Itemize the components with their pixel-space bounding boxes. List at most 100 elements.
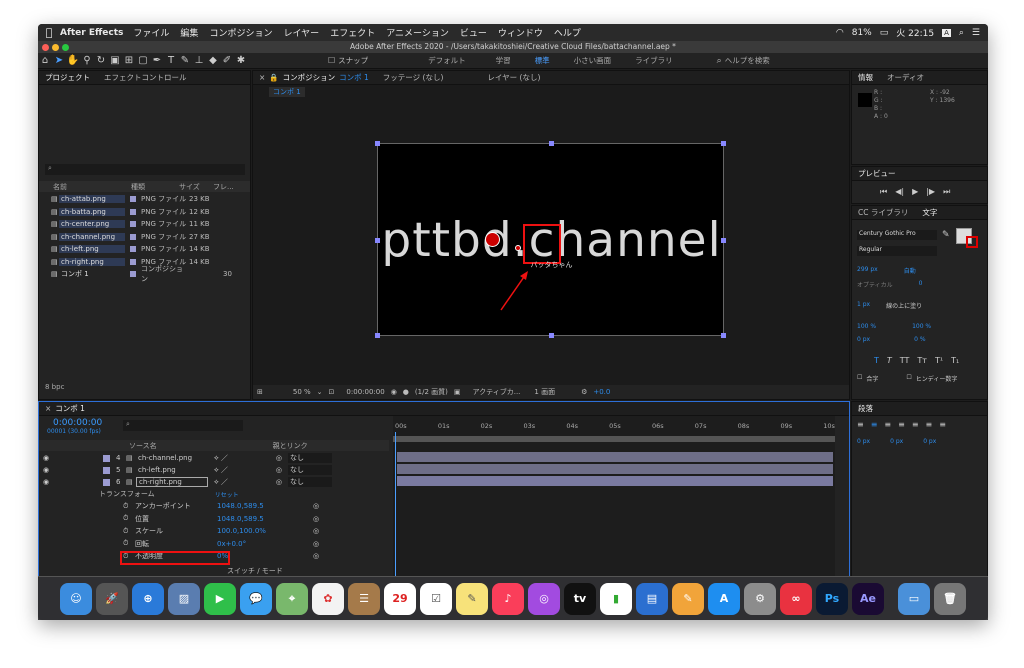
property-value[interactable]: 1048.0,589.5 [217,515,313,523]
next-frame-icon[interactable]: |▶ [926,187,935,197]
align-center-icon[interactable]: ≡ [871,420,878,429]
faux-italic-icon[interactable]: T [887,356,892,365]
input-source[interactable]: A [942,28,951,37]
project-item[interactable]: ▤ ch-left.png PNG ファイル 14 KB [39,243,250,255]
music-icon[interactable]: ♪ [492,582,524,615]
visibility-eye-icon[interactable]: ◉ [43,478,53,486]
workspace-libraries[interactable]: ライブラリ [635,55,673,66]
photos-icon[interactable]: ✿ [312,582,344,615]
property-value[interactable]: 0% [217,552,313,560]
timeline-search-input[interactable]: ⌕ [123,420,243,431]
baseline-shift-value[interactable]: 0 px [857,336,870,343]
vertical-scale-value[interactable]: 100 % [857,323,876,330]
tab-preview[interactable]: プレビュー [858,168,896,179]
playhead[interactable] [395,432,396,576]
property-value[interactable]: 1048.0,589.5 [217,502,313,510]
tab-effect-controls[interactable]: エフェクトコントロール [104,72,187,83]
current-time[interactable]: 0:00:00:00 [346,388,384,396]
play-icon[interactable]: ▶ [912,187,918,197]
menu-view[interactable]: ビュー [460,26,487,39]
layer-bar-4[interactable] [397,452,833,462]
prev-frame-icon[interactable]: ◀| [895,187,904,197]
facetime-icon[interactable]: ▶ [204,582,236,615]
apple-icon[interactable]:  [38,26,60,39]
layer-name[interactable]: ch-right.png [136,477,208,487]
superscript-icon[interactable]: T¹ [935,356,943,365]
trash-icon[interactable]: 🗑 [934,582,966,615]
zoom-select[interactable]: 50 % [293,388,311,396]
parent-select[interactable]: なし [287,453,332,463]
close-window-button[interactable] [42,44,49,51]
clock[interactable]: 火 22:15 [896,26,934,39]
leading-value[interactable]: 自動 [904,266,916,275]
search-help-icon[interactable]: ⌕ [717,56,722,66]
first-frame-icon[interactable]: ⏮ [880,187,887,197]
pan-behind-tool-icon[interactable]: ⊞ [122,55,136,66]
eraser-tool-icon[interactable]: ◆ [206,55,220,66]
handle-br[interactable] [721,333,726,338]
expression-link-icon[interactable]: ◎ [313,552,319,560]
project-item[interactable]: ▤ ch-batta.png PNG ファイル 12 KB [39,206,250,218]
comp-breadcrumb[interactable]: コンポ 1 [269,87,305,97]
layer-label-color[interactable] [103,466,110,474]
rotate-tool-icon[interactable]: ↻ [94,55,108,66]
photoshop-icon[interactable]: Ps [816,582,848,615]
layer-row[interactable]: ◉ 5 ▤ ch-left.png ⟡ ／ ◎ なし [39,464,389,476]
handle-tc[interactable] [549,141,554,146]
visibility-eye-icon[interactable]: ◉ [43,454,53,462]
parent-pickwhip-icon[interactable]: ◎ [276,466,282,474]
expression-link-icon[interactable]: ◎ [313,515,319,523]
indent-left-value[interactable]: 0 px [857,438,870,445]
puppet-tool-icon[interactable]: ✱ [234,55,248,66]
zoom-window-button[interactable] [62,44,69,51]
layer-bar-5[interactable] [397,464,833,474]
snapshot-icon[interactable]: ◉ [391,388,397,396]
handle-bc[interactable] [549,333,554,338]
pages-icon[interactable]: ✎ [672,582,704,615]
zoom-tool-icon[interactable]: ⚲ [80,55,94,66]
tab-paragraph[interactable]: 段落 [858,403,873,414]
project-item[interactable]: ▤ ch-attab.png PNG ファイル 23 KB [39,193,250,205]
expression-link-icon[interactable]: ◎ [313,527,319,535]
grid-icon[interactable]: ⊡ [329,388,335,396]
minimize-window-button[interactable] [52,44,59,51]
layer-label-color[interactable] [103,478,110,486]
maps-icon[interactable]: ⌖ [276,582,308,615]
justify-left-icon[interactable]: ≡ [898,420,905,429]
tab-timeline[interactable]: コンポ 1 [55,403,85,414]
reminders-icon[interactable]: ☑ [420,582,452,615]
tab-project[interactable]: プロジェクト [45,72,90,83]
hand-tool-icon[interactable]: ✋ [66,55,80,66]
wifi-icon[interactable]: ◠ [836,28,844,38]
after-effects-icon[interactable]: Ae [852,582,884,615]
tracking-value[interactable]: 0 [919,280,923,289]
subscript-icon[interactable]: T₁ [951,356,959,365]
lock-icon[interactable]: 🔒 [269,73,278,82]
exposure-value[interactable]: +0.0 [593,388,610,396]
layer-row[interactable]: ◉ 4 ▤ ch-channel.png ⟡ ／ ◎ なし [39,452,389,464]
col-source-name[interactable]: ソース名 [129,441,157,451]
switch-mode-toggle[interactable]: スイッチ / モード [227,566,283,576]
stopwatch-icon[interactable]: ⏱ [123,539,135,548]
property-value[interactable]: 0x+0.0° [217,540,313,548]
type-tool-icon[interactable]: T [164,55,178,66]
layer-name[interactable]: ch-left.png [136,466,208,474]
views-select[interactable]: 1 画面 [534,387,555,397]
menu-animation[interactable]: アニメーション [386,26,449,39]
battery-icon[interactable]: ▭ [880,28,889,38]
search-icon[interactable]: ⌕ [959,28,964,38]
indent-first-value[interactable]: 0 px [890,438,903,445]
system-preferences-icon[interactable]: ⚙ [744,582,776,615]
project-item[interactable]: ▤ コンポ 1 コンポジション 30 [39,265,250,283]
stroke-type-select[interactable]: 線の上に塗り [886,301,922,310]
stroke-color-swatch[interactable] [966,236,978,248]
close-tab-icon[interactable]: × [259,73,265,82]
tab-composition-name[interactable]: コンポ 1 [339,72,369,83]
justify-all-icon[interactable]: ≡ [939,420,946,429]
fast-preview-icon[interactable]: ⚙ [581,388,587,396]
timeline-timecode[interactable]: 0:00:00:00 [53,418,102,428]
workspace-default[interactable]: デフォルト [428,55,466,66]
tsume-value[interactable]: 0 % [914,336,925,343]
property-value[interactable]: 100.0,100.0% [217,527,313,535]
tab-layer[interactable]: レイヤー (なし) [487,72,540,83]
